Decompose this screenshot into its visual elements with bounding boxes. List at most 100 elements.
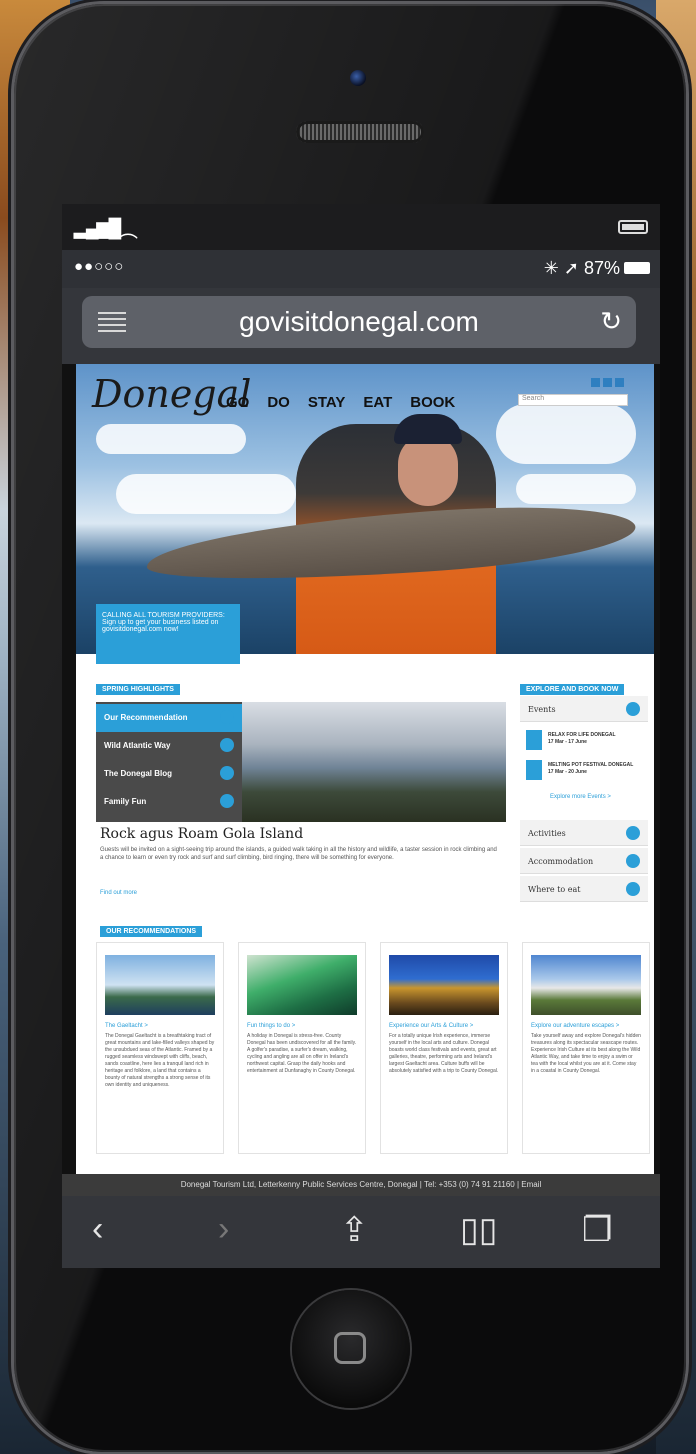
highlight-image — [242, 702, 506, 822]
plus-icon — [220, 766, 234, 780]
side-item-label: Events — [528, 705, 556, 714]
card-text: Take yourself away and explore Donegal's… — [531, 1033, 641, 1074]
url-text[interactable]: govisitdonegal.com — [82, 306, 636, 338]
highlight-item[interactable]: Wild Atlantic Way — [96, 732, 242, 760]
card-title[interactable]: Fun things to do > — [247, 1023, 357, 1029]
cloud-shape — [116, 474, 296, 514]
nav-go[interactable]: GO — [226, 394, 249, 411]
fisherman-cap — [394, 414, 462, 444]
side-item-where-to-eat[interactable]: Where to eat — [520, 876, 648, 902]
social-links — [591, 378, 624, 387]
recommendation-card[interactable]: The Gaeltacht > The Donegal Gaeltacht is… — [96, 942, 224, 1154]
event-text: RELAX FOR LIFE DONEGAL 17 Mar - 17 June — [548, 732, 616, 746]
event-dates: 17 Mar - 20 June — [548, 769, 587, 775]
event-item[interactable]: MELTING POT FESTIVAL DONEGAL 17 Mar - 20 … — [526, 760, 642, 786]
twitter-icon[interactable] — [603, 378, 612, 387]
nav-do[interactable]: DO — [267, 394, 290, 411]
battery-percent: 87% — [583, 258, 620, 278]
earpiece-speaker — [296, 121, 424, 143]
highlight-menu: Our Recommendation Wild Atlantic Way The… — [96, 702, 242, 822]
device-status-bar: ▂▄▆█ ︵ — [62, 204, 660, 250]
plus-icon — [220, 794, 234, 808]
plus-icon — [626, 826, 640, 840]
location-arrow-icon: ➚ — [563, 258, 579, 278]
event-item[interactable]: RELAX FOR LIFE DONEGAL 17 Mar - 17 June — [526, 730, 642, 756]
recommendation-card[interactable]: Explore our adventure escapes > Take you… — [522, 942, 650, 1154]
side-item-accommodation[interactable]: Accommodation — [520, 848, 648, 874]
nav-book[interactable]: BOOK — [410, 394, 455, 411]
browser-toolbar: ‹ › ⇪ ▯▯ ❐ — [62, 1196, 660, 1268]
card-image — [389, 955, 499, 1015]
signal-icon: ▂▄▆█ — [74, 218, 121, 238]
recommendations-label: OUR RECOMMENDATIONS — [100, 926, 203, 937]
highlight-item-label: The Donegal Blog — [104, 769, 172, 778]
card-image — [105, 955, 215, 1015]
hero-image: Donegal GO DO STAY EAT BOOK Search CALLI… — [76, 364, 654, 664]
highlight-item[interactable]: The Donegal Blog — [96, 760, 242, 788]
status-right: ✳ ➚ 87% — [544, 258, 620, 279]
calendar-icon — [526, 730, 542, 750]
calendar-icon — [526, 760, 542, 780]
share-icon[interactable]: ⇪ — [340, 1210, 369, 1250]
highlights-label: SPRING HIGHLIGHTS — [96, 684, 180, 695]
battery-icon — [618, 220, 648, 234]
web-page: Donegal GO DO STAY EAT BOOK Search CALLI… — [76, 364, 654, 1174]
site-nav: GO DO STAY EAT BOOK — [226, 394, 455, 411]
fisherman-face — [398, 434, 458, 506]
highlight-item-label: Our Recommendation — [104, 713, 188, 722]
activity-icon: ✳ — [543, 258, 559, 278]
url-field[interactable]: govisitdonegal.com ↻ — [82, 296, 636, 348]
home-square-icon — [334, 1332, 366, 1364]
card-title[interactable]: Explore our adventure escapes > — [531, 1023, 641, 1029]
phone-frame: ▂▄▆█ ︵ ●●○○○ ✳ ➚ 87% govisitdonegal.com … — [14, 4, 686, 1452]
bookmarks-icon[interactable]: ▯▯ — [460, 1210, 497, 1250]
address-bar: govisitdonegal.com ↻ — [62, 288, 660, 364]
side-item-events[interactable]: Events — [520, 696, 648, 722]
highlight-title[interactable]: Rock agus Roam Gola Island — [100, 826, 303, 842]
youtube-icon[interactable] — [615, 378, 624, 387]
side-item-activities[interactable]: Activities — [520, 820, 648, 846]
highlight-item[interactable]: Family Fun — [96, 788, 242, 816]
card-title[interactable]: The Gaeltacht > — [105, 1023, 215, 1029]
card-text: A holiday in Donegal is stress-free. Cou… — [247, 1033, 357, 1074]
expand-icon — [626, 702, 640, 716]
highlight-item-label: Family Fun — [104, 797, 147, 806]
event-dates: 17 Mar - 17 June — [548, 739, 587, 745]
plus-icon — [626, 882, 640, 896]
battery-icon — [624, 262, 650, 274]
card-text: The Donegal Gaeltacht is a breathtaking … — [105, 1033, 215, 1088]
trade-signup-box[interactable]: CALLING ALL TOURISM PROVIDERS: Sign up t… — [96, 604, 240, 664]
event-text: MELTING POT FESTIVAL DONEGAL 17 Mar - 20 … — [548, 762, 633, 776]
side-item-label: Activities — [528, 829, 566, 838]
nav-eat[interactable]: EAT — [363, 394, 392, 411]
site-search-input[interactable]: Search — [518, 394, 628, 406]
recommendation-card[interactable]: Fun things to do > A holiday in Donegal … — [238, 942, 366, 1154]
plus-icon — [220, 738, 234, 752]
tabs-icon[interactable]: ❐ — [582, 1210, 612, 1250]
event-name: MELTING POT FESTIVAL DONEGAL — [548, 762, 634, 768]
highlight-text: Guests will be invited on a sight-seeing… — [100, 847, 497, 861]
side-item-label: Where to eat — [528, 885, 581, 894]
find-out-more-link[interactable]: Find out more — [100, 890, 137, 896]
browser-status-bar: ●●○○○ ✳ ➚ 87% — [62, 250, 660, 288]
screen: ▂▄▆█ ︵ ●●○○○ ✳ ➚ 87% govisitdonegal.com … — [62, 204, 660, 1268]
side-item-label: Accommodation — [528, 857, 594, 866]
home-button[interactable] — [292, 1290, 410, 1408]
reload-icon[interactable]: ↻ — [600, 306, 622, 337]
cloud-shape — [496, 404, 636, 464]
explore-events-link[interactable]: Explore more Events > — [550, 794, 611, 800]
cloud-shape — [96, 424, 246, 454]
card-title[interactable]: Experience our Arts & Culture > — [389, 1023, 499, 1029]
forward-icon[interactable]: › — [218, 1210, 229, 1249]
recommendation-card[interactable]: Experience our Arts & Culture > For a to… — [380, 942, 508, 1154]
plus-icon — [626, 854, 640, 868]
card-image — [531, 955, 641, 1015]
event-name: RELAX FOR LIFE DONEGAL — [548, 732, 616, 738]
nav-stay[interactable]: STAY — [308, 394, 346, 411]
highlight-item[interactable]: Our Recommendation — [96, 704, 242, 732]
facebook-icon[interactable] — [591, 378, 600, 387]
explore-label: EXPLORE AND BOOK NOW — [520, 684, 625, 695]
back-icon[interactable]: ‹ — [92, 1210, 103, 1249]
front-camera — [350, 70, 366, 86]
expand-icon — [220, 710, 234, 724]
